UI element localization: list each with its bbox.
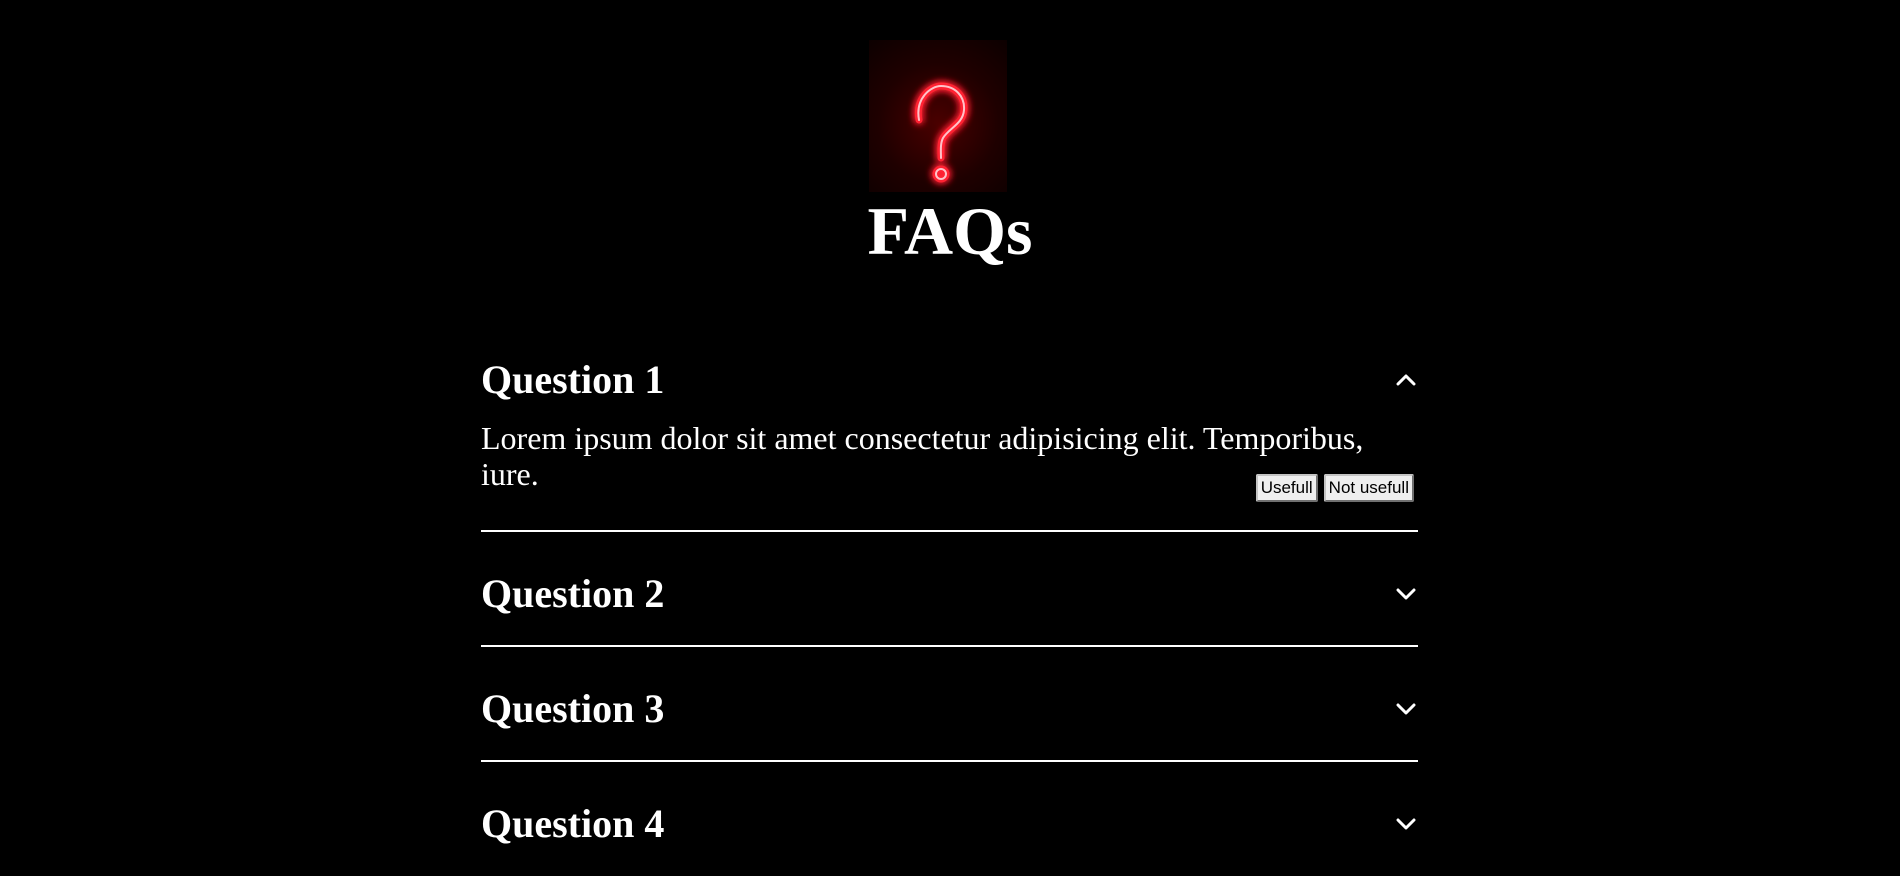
faq-answer-panel: Lorem ipsum dolor sit amet consectetur a… bbox=[481, 420, 1418, 530]
faq-page: FAQs Question 1 Lorem ipsum dolor sit am… bbox=[0, 0, 1900, 876]
faq-question: Question 1 bbox=[481, 357, 665, 402]
page-title: FAQs bbox=[867, 193, 1033, 269]
not-useful-button[interactable]: Not usefull bbox=[1323, 474, 1414, 502]
neon-question-mark-icon bbox=[914, 82, 968, 183]
chevron-down-icon[interactable] bbox=[1394, 697, 1418, 721]
feedback-actions: Usefull Not usefull bbox=[1255, 474, 1414, 502]
faq-question-toggle[interactable]: Question 4 bbox=[481, 762, 1418, 875]
neon-question-mark-image bbox=[869, 40, 1007, 192]
faq-question: Question 2 bbox=[481, 571, 665, 616]
faq-question-toggle[interactable]: Question 1 bbox=[481, 340, 1418, 420]
faq-question: Question 3 bbox=[481, 686, 665, 731]
chevron-down-icon[interactable] bbox=[1394, 582, 1418, 606]
faq-question-toggle[interactable]: Question 3 bbox=[481, 647, 1418, 760]
chevron-up-icon[interactable] bbox=[1394, 368, 1418, 392]
faq-list: Question 1 Lorem ipsum dolor sit amet co… bbox=[481, 340, 1418, 875]
useful-button[interactable]: Usefull bbox=[1255, 474, 1318, 502]
chevron-down-icon[interactable] bbox=[1394, 812, 1418, 836]
faq-item: Question 2 bbox=[481, 532, 1418, 647]
faq-item: Question 1 Lorem ipsum dolor sit amet co… bbox=[481, 340, 1418, 532]
faq-question-toggle[interactable]: Question 2 bbox=[481, 532, 1418, 645]
faq-question: Question 4 bbox=[481, 801, 665, 846]
faq-item: Question 3 bbox=[481, 647, 1418, 762]
faq-item: Question 4 bbox=[481, 762, 1418, 875]
